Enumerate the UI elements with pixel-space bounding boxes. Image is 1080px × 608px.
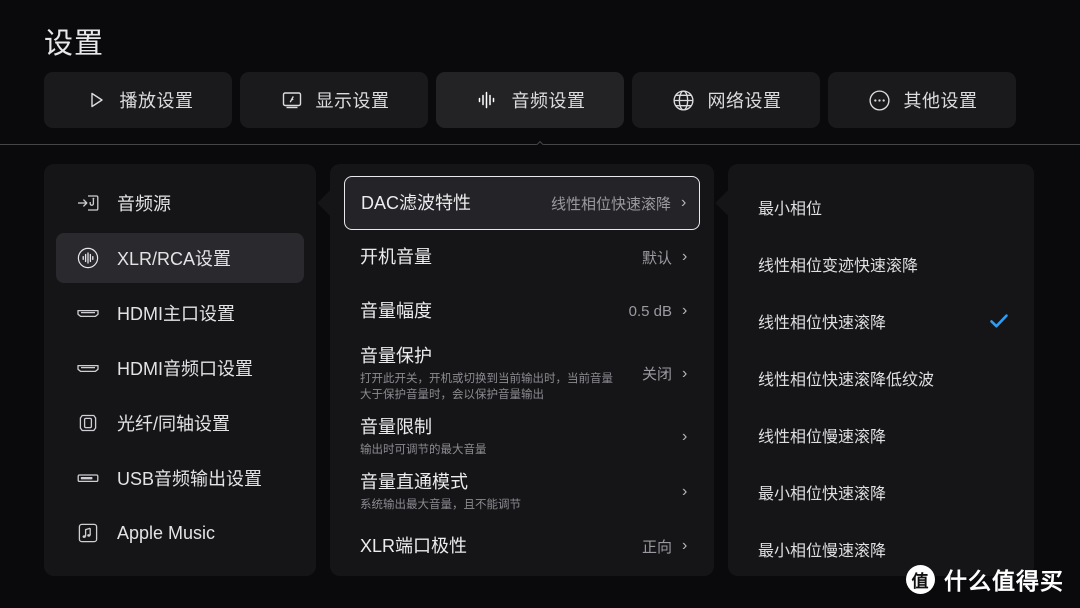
setting-row-dac-filter[interactable]: DAC滤波特性 线性相位快速滚降 › bbox=[344, 176, 700, 230]
option-label: 最小相位慢速滚降 bbox=[758, 542, 887, 560]
tab-label: 播放设置 bbox=[119, 91, 194, 111]
play-icon bbox=[83, 87, 109, 113]
middle-panel-notch bbox=[319, 190, 330, 216]
setting-row-volume-limit[interactable]: 音量限制 输出时可调节的最大音量 › bbox=[344, 409, 700, 464]
setting-title: 开机音量 bbox=[360, 246, 432, 267]
tab-label: 显示设置 bbox=[315, 91, 390, 111]
option-label: 线性相位慢速滚降 bbox=[758, 428, 887, 446]
middle-settings-panel: DAC滤波特性 线性相位快速滚降 › 开机音量 默认 › 音量幅度 0.5 dB… bbox=[330, 164, 714, 576]
more-dots-icon bbox=[867, 87, 893, 113]
sidebar-item-optical-coax[interactable]: 光纤/同轴设置 bbox=[56, 398, 304, 448]
check-icon-placeholder bbox=[988, 481, 1010, 503]
sidebar-item-apple-music[interactable]: Apple Music bbox=[56, 508, 304, 558]
setting-description: 打开此开关，开机或切换到当前输出时，当前音量大于保护音量时，会以保护音量输出 bbox=[360, 373, 613, 401]
setting-description: 输出时可调节的最大音量 bbox=[360, 444, 487, 456]
watermark-logo-icon: 值 bbox=[906, 564, 935, 594]
active-tab-pointer bbox=[526, 132, 552, 145]
audio-input-icon bbox=[74, 190, 101, 217]
sidebar-item-label: XLR/RCA设置 bbox=[117, 249, 232, 269]
option-label: 最小相位 bbox=[758, 200, 823, 218]
tab-label: 网络设置 bbox=[707, 91, 782, 111]
setting-title: DAC滤波特性 bbox=[361, 192, 472, 213]
chevron-right-icon: › bbox=[682, 364, 688, 382]
chevron-right-icon: › bbox=[682, 427, 688, 445]
sidebar-item-label: HDMI主口设置 bbox=[117, 304, 235, 324]
page-title: 设置 bbox=[44, 28, 105, 60]
option-linear-fast-rolloff[interactable]: 线性相位快速滚降 bbox=[736, 292, 1026, 349]
sidebar-panel: 音频源 XLR/RCA设置 HDMI主口设置 HDMI音频口设置 光纤/同轴设置… bbox=[44, 164, 316, 576]
display-icon bbox=[279, 87, 305, 113]
sidebar-item-audio-source[interactable]: 音频源 bbox=[56, 178, 304, 228]
setting-row-volume-protection[interactable]: 音量保护 打开此开关，开机或切换到当前输出时，当前音量大于保护音量时，会以保护音… bbox=[344, 338, 700, 409]
setting-value: 0.5 dB bbox=[628, 302, 672, 320]
setting-title: 音量直通模式 bbox=[360, 472, 468, 492]
audio-wave-icon bbox=[475, 87, 501, 113]
option-linear-slow-rolloff[interactable]: 线性相位慢速滚降 bbox=[736, 406, 1026, 463]
setting-value: 线性相位快速滚降 bbox=[550, 195, 671, 213]
tab-label: 音频设置 bbox=[511, 91, 586, 111]
chevron-right-icon: › bbox=[681, 194, 687, 211]
settings-screen: 设置 播放设置 显示设置 音频设置 网络设置 其他设置 音频源 XLR/RCA设… bbox=[0, 0, 1080, 608]
sidebar-item-label: Apple Music bbox=[117, 522, 216, 543]
check-icon-placeholder bbox=[988, 538, 1010, 560]
sidebar-item-label: USB音频输出设置 bbox=[117, 469, 263, 489]
setting-value: 关闭 bbox=[641, 366, 672, 383]
hdmi-port-icon bbox=[74, 300, 101, 327]
tab-other[interactable]: 其他设置 bbox=[828, 72, 1016, 128]
tab-playback[interactable]: 播放设置 bbox=[44, 72, 232, 128]
right-panel-notch bbox=[717, 190, 728, 216]
usb-port-icon bbox=[74, 465, 101, 492]
check-icon-placeholder bbox=[988, 424, 1010, 446]
option-minimum-fast-rolloff[interactable]: 最小相位快速滚降 bbox=[736, 463, 1026, 520]
tab-bar: 播放设置 显示设置 音频设置 网络设置 其他设置 bbox=[44, 72, 1016, 128]
sidebar-item-xlr-rca[interactable]: XLR/RCA设置 bbox=[56, 233, 304, 283]
hdmi-port-icon bbox=[74, 355, 101, 382]
waveform-circle-icon bbox=[74, 245, 101, 272]
option-linear-apodizing-fast[interactable]: 线性相位变迹快速滚降 bbox=[736, 235, 1026, 292]
globe-icon bbox=[671, 87, 697, 113]
option-label: 线性相位变迹快速滚降 bbox=[758, 257, 919, 275]
option-label: 最小相位快速滚降 bbox=[758, 485, 887, 503]
tab-label: 其他设置 bbox=[903, 91, 978, 111]
tab-network[interactable]: 网络设置 bbox=[632, 72, 820, 128]
chevron-right-icon: › bbox=[682, 537, 688, 554]
option-label: 线性相位快速滚降低纹波 bbox=[758, 371, 935, 389]
setting-title: 音量保护 bbox=[360, 346, 432, 366]
chevron-right-icon: › bbox=[682, 482, 688, 500]
sidebar-item-label: 光纤/同轴设置 bbox=[117, 414, 231, 434]
setting-title: 音量幅度 bbox=[360, 300, 432, 321]
option-minimum-phase[interactable]: 最小相位 bbox=[736, 178, 1026, 235]
setting-value: 正向 bbox=[641, 538, 672, 556]
setting-row-startup-volume[interactable]: 开机音量 默认 › bbox=[344, 230, 700, 284]
sidebar-item-hdmi-main[interactable]: HDMI主口设置 bbox=[56, 288, 304, 338]
setting-title: XLR端口极性 bbox=[360, 535, 468, 556]
tab-audio[interactable]: 音频设置 bbox=[436, 72, 624, 128]
check-icon-placeholder bbox=[988, 253, 1010, 275]
sidebar-item-label: HDMI音频口设置 bbox=[117, 359, 253, 379]
options-panel: 最小相位 线性相位变迹快速滚降 线性相位快速滚降 线性相位快速滚降低纹波 线性相… bbox=[728, 164, 1034, 576]
watermark-label: 什么值得买 bbox=[944, 568, 1064, 594]
setting-value: 默认 bbox=[641, 249, 672, 267]
optical-port-icon bbox=[74, 410, 101, 437]
music-note-icon bbox=[74, 520, 101, 547]
sidebar-item-usb-audio-out[interactable]: USB音频输出设置 bbox=[56, 453, 304, 503]
option-linear-fast-low-ripple[interactable]: 线性相位快速滚降低纹波 bbox=[736, 349, 1026, 406]
check-icon bbox=[988, 310, 1010, 332]
check-icon-placeholder bbox=[988, 196, 1010, 218]
setting-title: 音量限制 bbox=[360, 417, 432, 437]
setting-row-volume-step[interactable]: 音量幅度 0.5 dB › bbox=[344, 284, 700, 338]
sidebar-item-hdmi-audio[interactable]: HDMI音频口设置 bbox=[56, 343, 304, 393]
watermark: 值 什么值得买 bbox=[906, 562, 1064, 596]
check-icon-placeholder bbox=[988, 367, 1010, 389]
tab-display[interactable]: 显示设置 bbox=[240, 72, 428, 128]
chevron-right-icon: › bbox=[682, 302, 688, 319]
setting-description: 系统输出最大音量，且不能调节 bbox=[360, 499, 521, 511]
sidebar-item-label: 音频源 bbox=[117, 194, 171, 214]
option-label: 线性相位快速滚降 bbox=[758, 314, 887, 332]
setting-row-xlr-polarity[interactable]: XLR端口极性 正向 › bbox=[344, 519, 700, 573]
setting-row-volume-bypass[interactable]: 音量直通模式 系统输出最大音量，且不能调节 › bbox=[344, 464, 700, 519]
chevron-right-icon: › bbox=[682, 248, 688, 265]
